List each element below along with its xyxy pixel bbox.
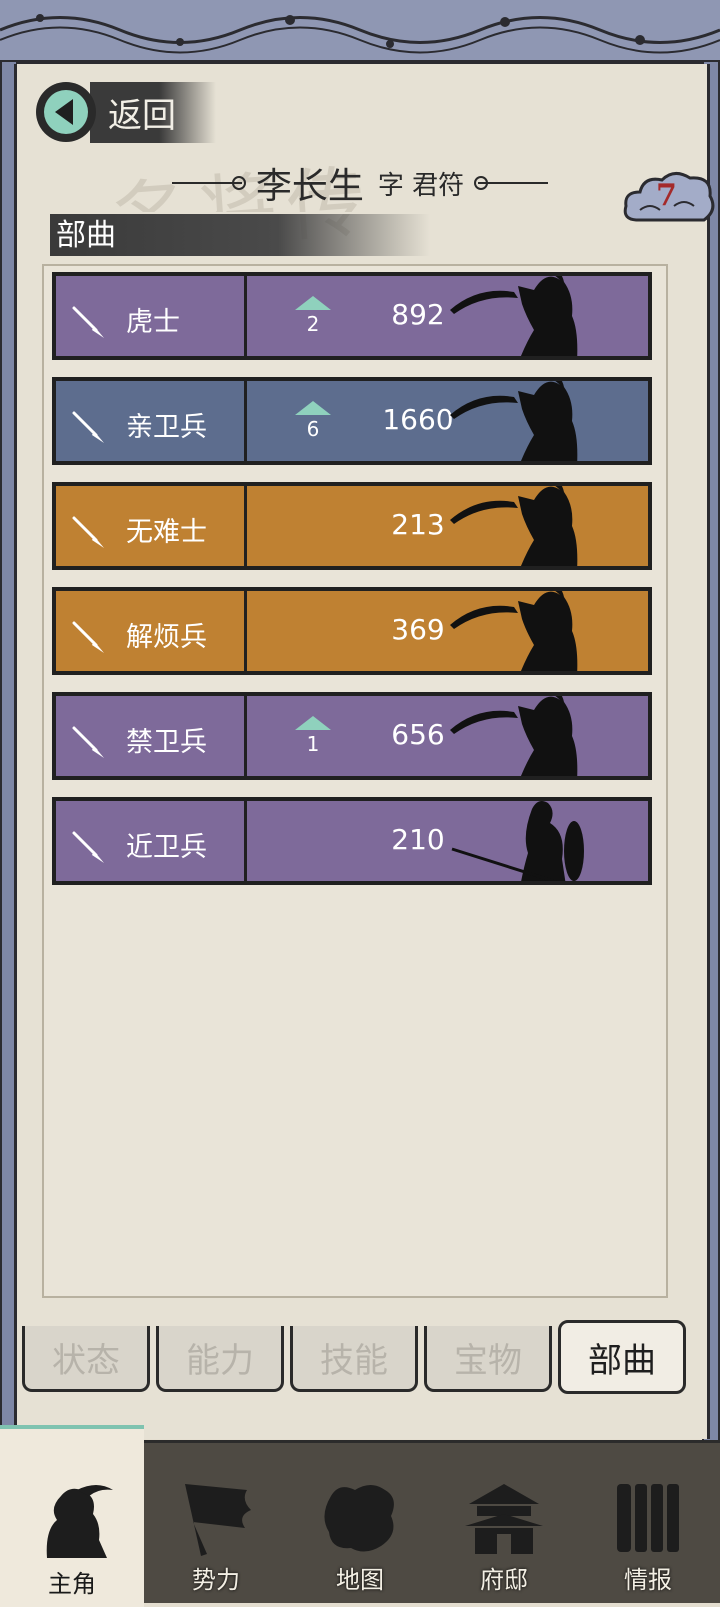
unit-name: 近卫兵 [126,832,207,863]
left-ornament-icon [171,176,246,190]
shield-soldier-icon [448,801,608,881]
spear-icon [72,726,104,758]
tab-treasures[interactable]: 宝物 [424,1326,552,1392]
unit-name-cell: 近卫兵 [56,801,247,881]
nav-hero-label: 主角 [48,1570,96,1598]
rank-up-icon [295,296,331,310]
sword-soldier-icon [448,591,608,671]
rank-indicator: 2 [293,296,333,336]
nav-faction[interactable]: 势力 [144,1443,288,1603]
sword-soldier-icon [448,381,608,461]
unit-row[interactable]: 解烦兵 369 [52,587,652,675]
unit-row[interactable]: 亲卫兵 6 1660 [52,377,652,465]
unit-info-cell: 2 892 [247,276,648,356]
rank-number: 1 [306,732,320,756]
unit-name-cell: 解烦兵 [56,591,247,671]
right-ornament-icon [474,176,549,190]
unit-info-cell: 1 656 [247,696,648,776]
nav-map-label: 地图 [336,1566,384,1594]
rank-indicator: 1 [293,716,333,756]
badge-count: 7 [656,178,677,213]
nav-map[interactable]: 地图 [288,1443,432,1603]
unit-row[interactable]: 无难士 213 [52,482,652,570]
unit-info-cell: 210 [247,801,648,881]
unit-row[interactable]: 近卫兵 210 [52,797,652,885]
rank-indicator: 6 [293,401,333,441]
unit-info-cell: 369 [247,591,648,671]
tab-abilities[interactable]: 能力 [156,1326,284,1392]
unit-name: 虎士 [126,307,180,338]
detail-tabs: 状态 能力 技能 宝物 部曲 [22,1320,694,1394]
scroll-icon [617,1484,679,1552]
rank-up-icon [295,401,331,415]
tab-troops[interactable]: 部曲 [558,1320,686,1394]
unit-info-cell: 6 1660 [247,381,648,461]
unit-name-cell: 禁卫兵 [56,696,247,776]
hero-name-row: 李长生 字 君符 [0,160,720,207]
spear-icon [72,621,104,653]
nav-mansion-label: 府邸 [480,1566,528,1594]
unit-row[interactable]: 虎士 2 892 [52,272,652,360]
sword-soldier-icon [448,486,608,566]
nav-mansion[interactable]: 府邸 [432,1443,576,1603]
hero-courtesy-name: 字 君符 [377,170,465,201]
rank-up-icon [295,716,331,730]
spear-icon [72,831,104,863]
nav-intel-label: 情报 [624,1566,672,1594]
tab-status[interactable]: 状态 [22,1326,150,1392]
nav-faction-label: 势力 [192,1566,240,1594]
sword-soldier-icon [448,276,608,356]
top-decorative-band [0,0,720,64]
spear-icon [72,306,104,338]
unit-name: 无难士 [126,517,207,548]
flag-icon [185,1484,251,1556]
tab-skills[interactable]: 技能 [290,1326,418,1392]
unit-name: 解烦兵 [126,622,207,653]
back-arrow-icon [36,82,96,142]
section-title: 部曲 [56,218,116,253]
back-label: 返回 [90,81,216,143]
unit-name: 禁卫兵 [126,727,207,758]
hero-icon [46,1485,113,1558]
back-button[interactable]: 返回 [36,80,236,144]
unit-row[interactable]: 禁卫兵 1 656 [52,692,652,780]
rank-number: 2 [306,312,320,336]
sword-soldier-icon [448,696,608,776]
unit-info-cell: 213 [247,486,648,566]
spear-icon [72,411,104,443]
rank-number: 6 [306,417,320,441]
nav-intel[interactable]: 情报 [576,1443,720,1603]
spear-icon [72,516,104,548]
unit-name: 亲卫兵 [126,412,207,443]
unit-name-cell: 无难士 [56,486,247,566]
hero-name: 李长生 [255,166,364,207]
nav-hero[interactable]: 主角 [0,1425,144,1607]
section-header: 部曲 [50,212,430,256]
map-icon [324,1485,394,1552]
cloud-badge[interactable]: 7 [620,166,718,234]
unit-name-cell: 虎士 [56,276,247,356]
bottom-navigation: 主角 势力 地图 府邸 情报 [0,1425,720,1607]
mansion-icon [465,1484,543,1554]
unit-name-cell: 亲卫兵 [56,381,247,461]
